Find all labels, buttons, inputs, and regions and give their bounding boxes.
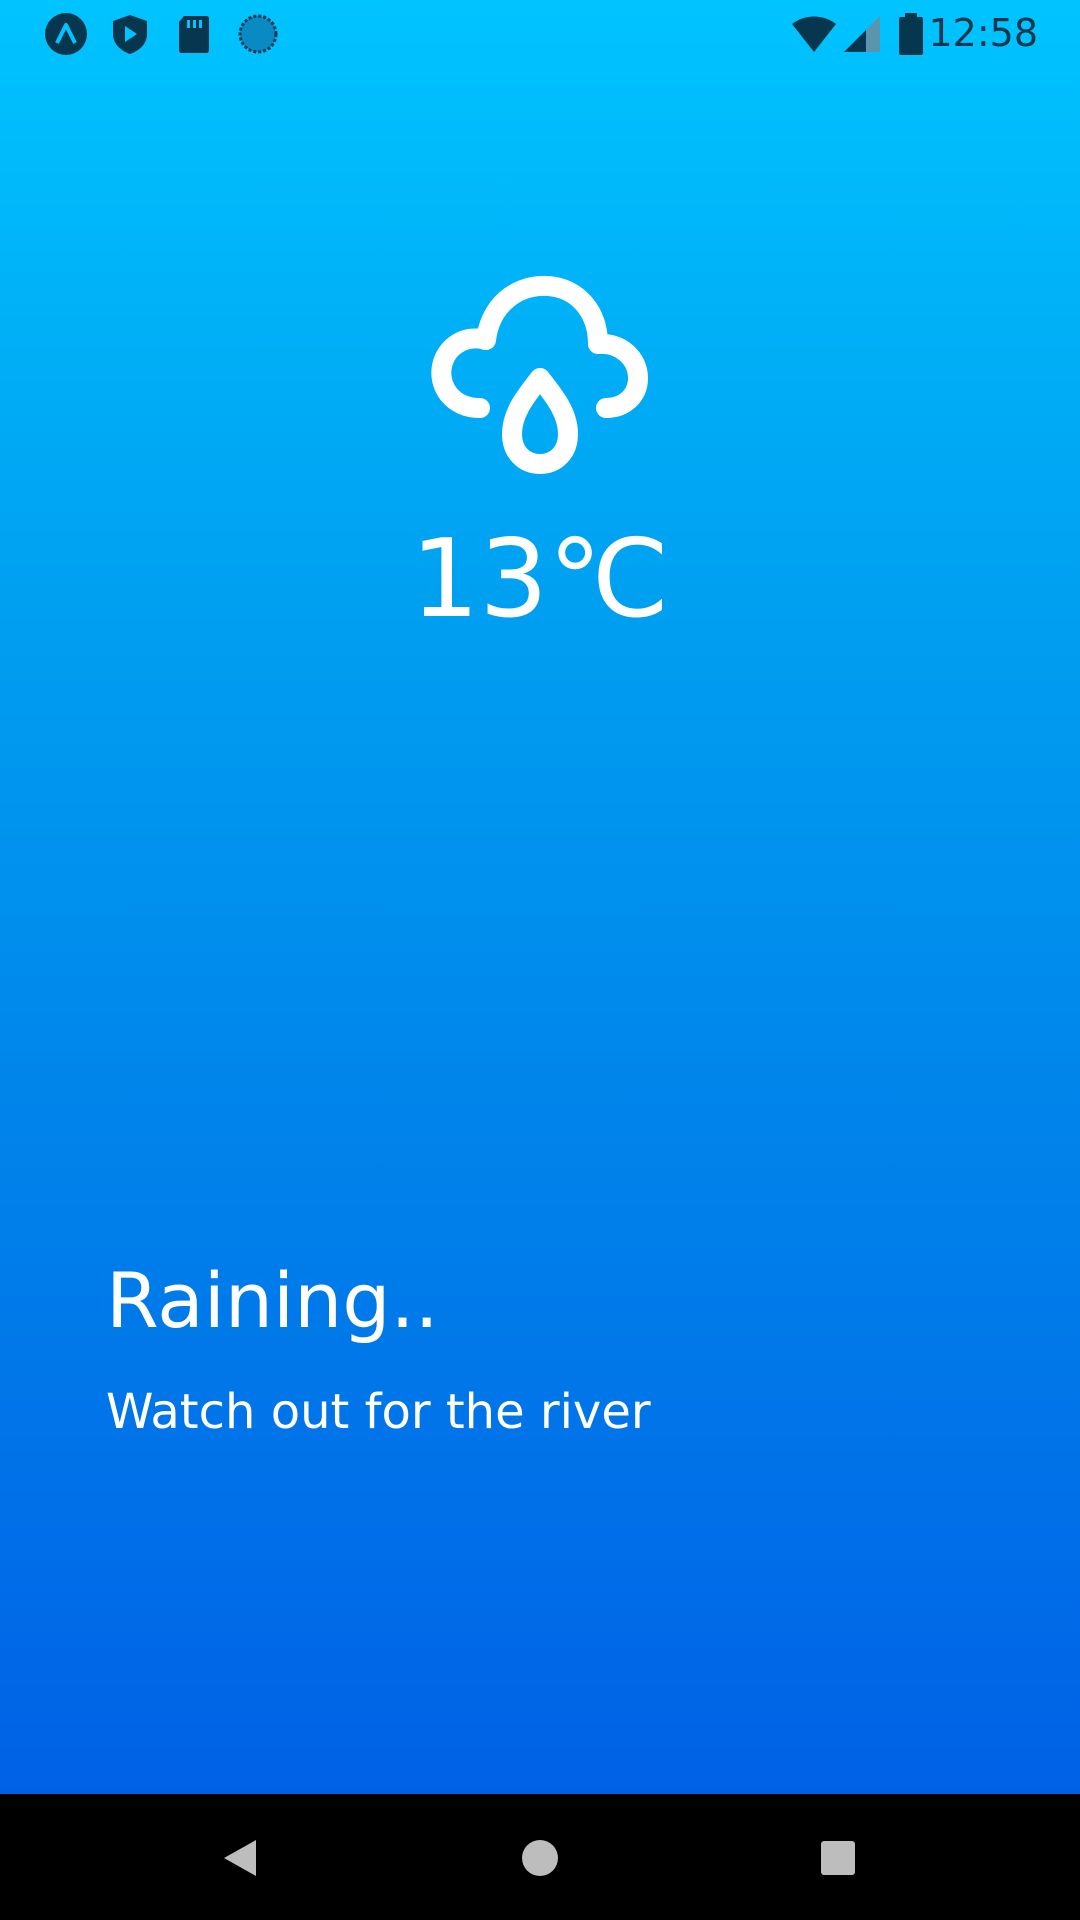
- weather-advice: Watch out for the river: [106, 1384, 651, 1440]
- sync-circle-icon: [236, 12, 280, 56]
- wifi-icon: [790, 12, 838, 56]
- cellular-signal-icon: [842, 12, 882, 56]
- back-button[interactable]: [210, 1828, 270, 1888]
- status-bar: 12:58: [0, 0, 1080, 66]
- cloud-rain-icon: [420, 268, 660, 488]
- temperature-reading: 13℃: [410, 517, 670, 642]
- navigation-bar: [0, 1794, 1080, 1920]
- battery-icon: [896, 12, 926, 56]
- home-button[interactable]: [510, 1828, 570, 1888]
- phone-screen: 12:58 13℃ Raining.. Watch out for the ri…: [0, 0, 1080, 1920]
- play-protect-icon: [108, 12, 152, 56]
- status-time: 12:58: [928, 11, 1038, 55]
- weather-app: 12:58 13℃ Raining.. Watch out for the ri…: [0, 0, 1080, 1794]
- recents-button[interactable]: [808, 1828, 868, 1888]
- expo-icon: [44, 12, 88, 56]
- weather-condition: Raining..: [106, 1256, 439, 1345]
- sd-card-icon: [172, 12, 216, 56]
